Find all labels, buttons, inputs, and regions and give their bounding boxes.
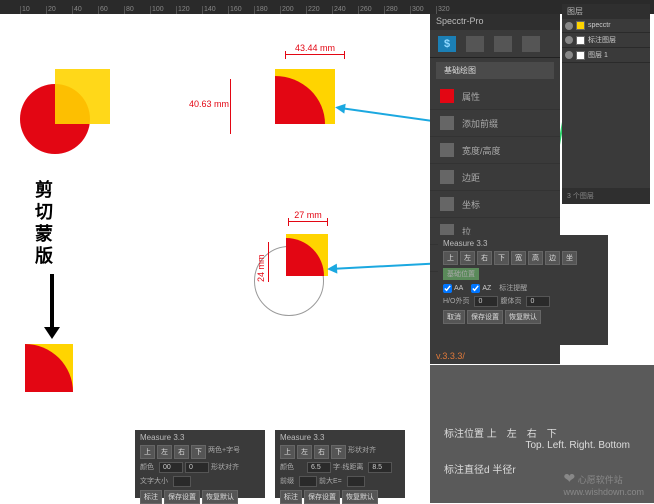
measure-panel-float[interactable]: Measure 3.3 上 左 右 下 宽 高 边 坐 基础位置 AA AZ 标… (438, 235, 608, 345)
footer-line1-zh: 标注位置 上 左 右 下 (444, 425, 640, 440)
measured-group-2[interactable]: 27 mm 24 mm (280, 234, 328, 276)
edge-input[interactable] (307, 462, 331, 473)
pos-button[interactable]: 左 (460, 251, 475, 265)
yellow-square[interactable] (55, 69, 110, 124)
eye-icon[interactable] (565, 22, 573, 30)
info-footer: v.3.3.3/ 标注位置 上 左 右 下 Top. Left. Right. … (430, 365, 654, 503)
red-quarter-small (286, 238, 324, 276)
reset-button[interactable]: 恢复默认 (342, 490, 378, 504)
color-input2[interactable] (185, 462, 209, 473)
red-quarter (25, 344, 73, 392)
cancel-button[interactable]: 取消 (443, 310, 465, 324)
layer-swatch (576, 36, 585, 45)
layer-row[interactable]: 图层 1 (562, 48, 650, 63)
position-buttons: 上 左 右 下 宽 高 边 坐 (443, 251, 603, 265)
measured-group-1[interactable]: 43.44 mm 40.63 mm (275, 69, 335, 124)
fontsize-input[interactable] (173, 476, 191, 487)
red-quarter-big (275, 76, 325, 124)
space-input[interactable] (368, 462, 392, 473)
horizontal-ruler: 1020406080100120140160180200220240260280… (0, 0, 654, 14)
width-dimension-2: 27 mm (288, 221, 328, 232)
specctr-item-spacing[interactable]: 边距 (430, 164, 560, 191)
measure-panel-2[interactable]: Measure 3.3 上 左 右 下 形状对齐 颜色 字·线距离 前缀 前大E… (275, 430, 405, 498)
specctr-tabs: $ (430, 30, 560, 58)
pos-button[interactable]: 边 (545, 251, 560, 265)
heart-icon: ❤ (563, 470, 575, 486)
measure-panel-1[interactable]: Measure 3.3 上 左 右 下 两色+字号 颜色 形状对齐 文字大小 标… (135, 430, 265, 498)
clipped-result-small[interactable] (25, 344, 73, 392)
measure-title[interactable]: Measure 3.3 (140, 433, 260, 442)
artboard[interactable]: 剪 切 蒙 版 43.44 mm 40.63 mm 27 mm 24 mm (0, 14, 430, 429)
yellow-square-big[interactable] (275, 69, 335, 124)
save-button[interactable]: 保存设置 (467, 310, 503, 324)
height-dimension-1: 40.63 mm (230, 79, 231, 134)
layer-row[interactable]: specctr (562, 19, 650, 33)
basic-pos-label: 基础位置 (443, 268, 479, 280)
chk-az[interactable]: AZ (471, 283, 491, 293)
pos-button[interactable]: 下 (494, 251, 509, 265)
body-input[interactable] (526, 296, 550, 307)
eye-icon[interactable] (565, 51, 573, 59)
save-button[interactable]: 保存设置 (164, 490, 200, 504)
suffix-input[interactable] (347, 476, 365, 487)
down-arrow-icon (50, 274, 54, 329)
coord-icon (440, 197, 454, 211)
pos-button[interactable]: 下 (331, 445, 346, 459)
footer-line1-en: Top. Left. Right. Bottom (444, 440, 640, 451)
reset-button[interactable]: 恢复默认 (202, 490, 238, 504)
note-icon (440, 116, 454, 130)
list-icon[interactable] (466, 36, 484, 52)
pos-button[interactable]: 高 (528, 251, 543, 265)
specctr-item-coords[interactable]: 坐标 (430, 191, 560, 218)
pos-button[interactable]: 上 (280, 445, 295, 459)
specctr-item-prefix[interactable]: 添加前缀 (430, 110, 560, 137)
tag-icon (440, 89, 454, 103)
pos-button[interactable]: 左 (157, 445, 172, 459)
height-dimension-2: 24 mm (268, 242, 269, 282)
layer-row[interactable]: 标注图层 (562, 33, 650, 48)
dimension-icon (440, 143, 454, 157)
layers-title[interactable]: 图层 (562, 4, 650, 19)
watermark: ❤ 心愿软件站 www.wishdown.com (563, 470, 644, 497)
mark-button[interactable]: 标注 (140, 490, 162, 504)
mark-button[interactable]: 标注 (280, 490, 302, 504)
spacing-icon (440, 170, 454, 184)
specctr-title[interactable]: Specctr-Pro (430, 14, 560, 30)
pos-button[interactable]: 坐 (562, 251, 577, 265)
specctr-category: 基础绘图 (436, 62, 554, 79)
width-dimension-1: 43.44 mm (285, 54, 345, 65)
chk-aa[interactable]: AA (443, 283, 463, 293)
pos-button[interactable]: 右 (477, 251, 492, 265)
pos-button[interactable]: 下 (191, 445, 206, 459)
pos-button[interactable]: 宽 (511, 251, 526, 265)
eye-icon[interactable] (565, 36, 573, 44)
cloud-icon[interactable] (522, 36, 540, 52)
dollar-icon[interactable]: $ (438, 36, 456, 52)
measure-title[interactable]: Measure 3.3 (280, 433, 400, 442)
pos-button[interactable]: 右 (314, 445, 329, 459)
pos-button[interactable]: 上 (443, 251, 458, 265)
box-icon[interactable] (494, 36, 512, 52)
save-button[interactable]: 保存设置 (304, 490, 340, 504)
layers-footer: 3 个图层 (562, 188, 650, 204)
layers-panel[interactable]: 图层 specctr 标注图层 图层 1 3 个图层 (562, 4, 650, 204)
pos-button[interactable]: 左 (297, 445, 312, 459)
pos-button[interactable]: 右 (174, 445, 189, 459)
color-input[interactable] (159, 462, 183, 473)
prefix-input[interactable] (299, 476, 317, 487)
measure-title[interactable]: Measure 3.3 (443, 239, 603, 248)
layer-swatch (576, 51, 585, 60)
ho-input[interactable] (474, 296, 498, 307)
clip-mask-label: 剪 切 蒙 版 (35, 179, 53, 267)
specctr-item-properties[interactable]: 属性 (430, 83, 560, 110)
version-label: v.3.3.3/ (436, 351, 465, 361)
layer-swatch (576, 21, 585, 30)
yellow-square-small[interactable] (286, 234, 328, 276)
reset-button[interactable]: 恢复默认 (505, 310, 541, 324)
specctr-item-dimensions[interactable]: 宽度/高度 (430, 137, 560, 164)
pos-button[interactable]: 上 (140, 445, 155, 459)
